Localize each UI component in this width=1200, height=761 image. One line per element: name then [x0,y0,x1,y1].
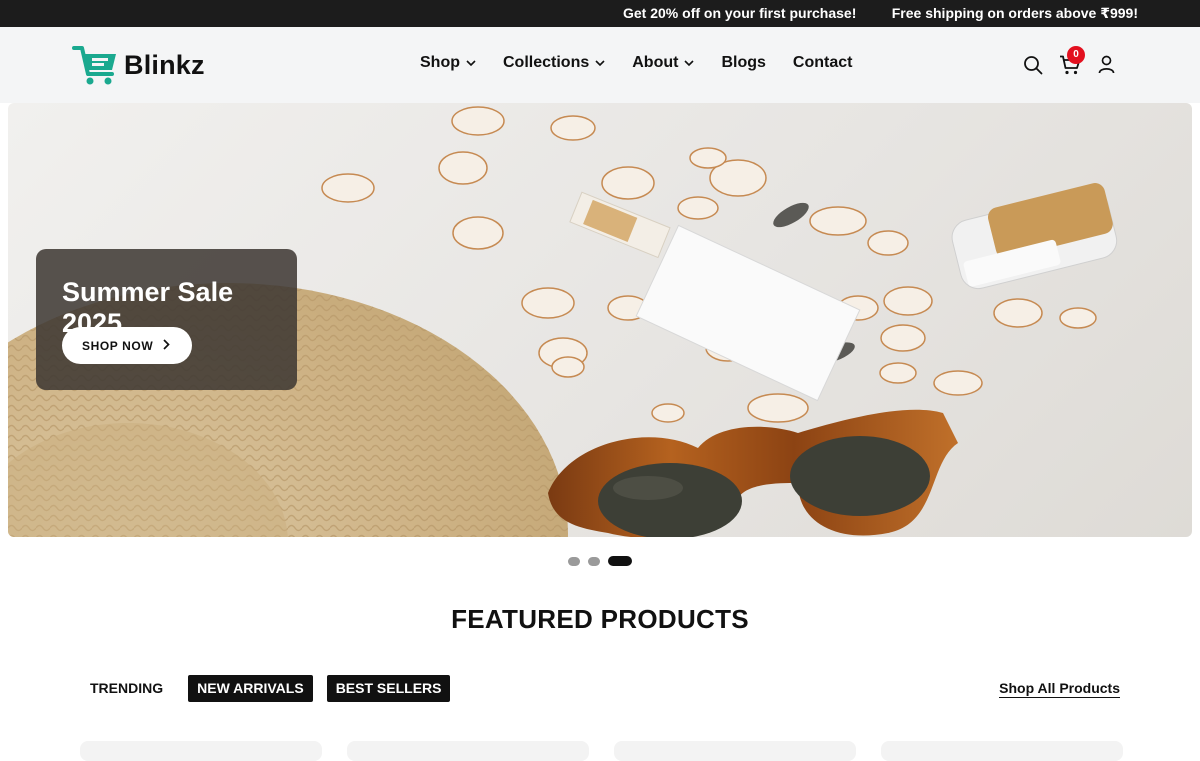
nav-contact-label: Contact [792,54,853,71]
tab-trending[interactable]: TRENDING [82,675,172,702]
shop-now-button[interactable]: SHOP NOW [62,327,192,364]
product-card[interactable] [347,741,589,761]
chevron-down-icon [595,59,605,66]
nav-shop-label: Shop [420,54,460,71]
hero-banner[interactable]: Summer Sale 2025 SHOP NOW [8,103,1192,537]
logo[interactable]: Blinkz [72,44,205,86]
product-card[interactable] [80,741,322,761]
chevron-down-icon [466,59,476,66]
shop-now-label: SHOP NOW [82,338,154,353]
nav-shop[interactable]: Shop [420,54,476,72]
announcement-bar: Get 20% off on your first purchase! Free… [0,0,1200,27]
search-icon[interactable] [1023,55,1043,75]
featured-products-heading: FEATURED PRODUCTS [451,604,749,634]
cart-logo-icon [72,46,116,85]
carousel-dot-3-active[interactable] [608,556,632,566]
nav-about[interactable]: About [632,54,695,72]
tab-new-arrivals[interactable]: NEW ARRIVALS [188,675,313,702]
main-nav: Shop Collections About Blogs Contact [420,54,879,72]
announcement-shipping: Free shipping on orders above ₹999! [891,5,1138,21]
product-card[interactable] [881,741,1123,761]
nav-collections-label: Collections [503,54,590,71]
carousel-dots [568,556,640,566]
product-tabs: TRENDING NEW ARRIVALS BEST SELLERS [82,675,464,702]
logo-text: Blinkz [124,49,205,80]
cart-count-badge: 0 [1067,46,1085,64]
site-header: Blinkz Shop Collections About Blogs Cont… [0,27,1200,103]
nav-contact[interactable]: Contact [793,54,853,72]
carousel-dot-1[interactable] [568,556,580,566]
account-icon[interactable] [1098,55,1115,74]
announcement-discount: Get 20% off on your first purchase! [623,5,857,21]
nav-about-label: About [632,54,679,71]
nav-collections[interactable]: Collections [503,54,605,72]
nav-blogs[interactable]: Blogs [721,54,765,72]
chevron-down-icon [684,59,695,66]
shop-all-products-link[interactable]: Shop All Products [999,680,1120,698]
product-card[interactable] [614,741,856,761]
product-grid [80,741,1148,761]
carousel-dot-2[interactable] [588,556,600,566]
tab-best-sellers[interactable]: BEST SELLERS [326,675,451,702]
nav-blogs-label: Blogs [721,54,766,71]
chevron-right-icon [163,339,170,350]
promo-card: Summer Sale 2025 SHOP NOW [36,249,297,390]
